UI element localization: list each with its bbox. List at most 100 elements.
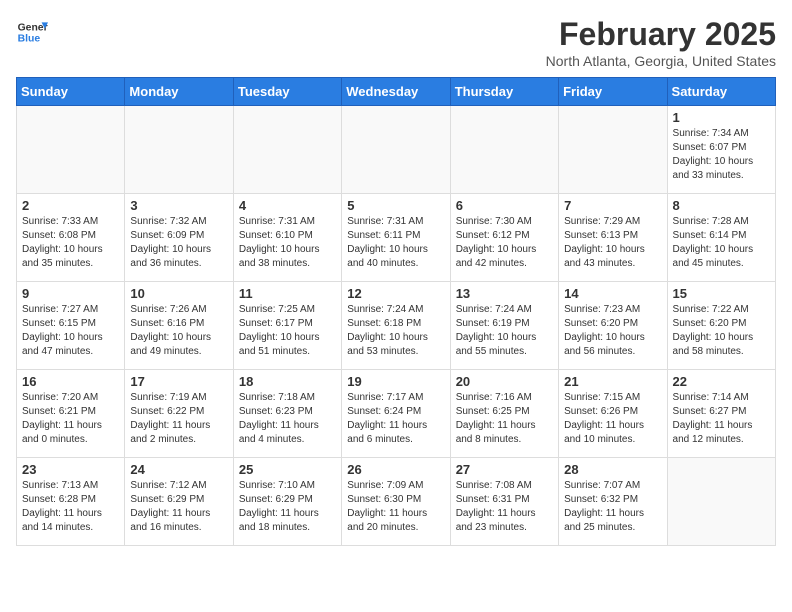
day-number: 3 — [130, 198, 227, 213]
calendar-week-row: 16 Sunrise: 7:20 AM Sunset: 6:21 PM Dayli… — [17, 370, 776, 458]
calendar-cell: 6 Sunrise: 7:30 AM Sunset: 6:12 PM Daylig… — [450, 194, 558, 282]
day-number: 4 — [239, 198, 336, 213]
day-number: 20 — [456, 374, 553, 389]
day-info: Sunrise: 7:07 AM Sunset: 6:32 PM Dayligh… — [564, 479, 661, 535]
calendar-header-row: SundayMondayTuesdayWednesdayThursdayFrid… — [17, 78, 776, 106]
day-number: 27 — [456, 462, 553, 477]
day-info: Sunrise: 7:24 AM Sunset: 6:19 PM Dayligh… — [456, 303, 553, 359]
calendar-cell: 18 Sunrise: 7:18 AM Sunset: 6:23 PM Dayli… — [233, 370, 341, 458]
calendar-cell: 25 Sunrise: 7:10 AM Sunset: 6:29 PM Dayli… — [233, 458, 341, 546]
day-number: 2 — [22, 198, 119, 213]
day-info: Sunrise: 7:09 AM Sunset: 6:30 PM Dayligh… — [347, 479, 444, 535]
svg-text:Blue: Blue — [18, 34, 41, 45]
calendar-cell: 21 Sunrise: 7:15 AM Sunset: 6:26 PM Dayli… — [559, 370, 667, 458]
day-number: 9 — [22, 286, 119, 301]
calendar-cell: 22 Sunrise: 7:14 AM Sunset: 6:27 PM Dayli… — [667, 370, 775, 458]
day-info: Sunrise: 7:12 AM Sunset: 6:29 PM Dayligh… — [130, 479, 227, 535]
day-number: 15 — [673, 286, 770, 301]
day-number: 8 — [673, 198, 770, 213]
calendar-cell — [17, 106, 125, 194]
day-info: Sunrise: 7:32 AM Sunset: 6:09 PM Dayligh… — [130, 215, 227, 271]
logo: General Blue — [16, 16, 48, 48]
day-info: Sunrise: 7:22 AM Sunset: 6:20 PM Dayligh… — [673, 303, 770, 359]
weekday-header-tuesday: Tuesday — [233, 78, 341, 106]
day-number: 24 — [130, 462, 227, 477]
calendar-cell: 24 Sunrise: 7:12 AM Sunset: 6:29 PM Dayli… — [125, 458, 233, 546]
day-number: 11 — [239, 286, 336, 301]
calendar-cell: 16 Sunrise: 7:20 AM Sunset: 6:21 PM Dayli… — [17, 370, 125, 458]
calendar-cell: 4Sunrise: 7:31 AM Sunset: 6:10 PM Daylig… — [233, 194, 341, 282]
day-number: 6 — [456, 198, 553, 213]
day-info: Sunrise: 7:16 AM Sunset: 6:25 PM Dayligh… — [456, 391, 553, 447]
day-info: Sunrise: 7:28 AM Sunset: 6:14 PM Dayligh… — [673, 215, 770, 271]
day-number: 5 — [347, 198, 444, 213]
calendar-cell: 14Sunrise: 7:23 AM Sunset: 6:20 PM Dayli… — [559, 282, 667, 370]
day-number: 22 — [673, 374, 770, 389]
calendar-cell — [342, 106, 450, 194]
day-number: 25 — [239, 462, 336, 477]
calendar-cell: 13 Sunrise: 7:24 AM Sunset: 6:19 PM Dayli… — [450, 282, 558, 370]
day-info: Sunrise: 7:20 AM Sunset: 6:21 PM Dayligh… — [22, 391, 119, 447]
day-info: Sunrise: 7:13 AM Sunset: 6:28 PM Dayligh… — [22, 479, 119, 535]
day-info: Sunrise: 7:08 AM Sunset: 6:31 PM Dayligh… — [456, 479, 553, 535]
calendar-week-row: 2Sunrise: 7:33 AM Sunset: 6:08 PM Daylig… — [17, 194, 776, 282]
day-info: Sunrise: 7:15 AM Sunset: 6:26 PM Dayligh… — [564, 391, 661, 447]
calendar-cell: 11 Sunrise: 7:25 AM Sunset: 6:17 PM Dayli… — [233, 282, 341, 370]
day-info: Sunrise: 7:29 AM Sunset: 6:13 PM Dayligh… — [564, 215, 661, 271]
calendar-cell: 8 Sunrise: 7:28 AM Sunset: 6:14 PM Daylig… — [667, 194, 775, 282]
weekday-header-saturday: Saturday — [667, 78, 775, 106]
calendar-cell — [559, 106, 667, 194]
day-number: 1 — [673, 110, 770, 125]
calendar-cell: 2Sunrise: 7:33 AM Sunset: 6:08 PM Daylig… — [17, 194, 125, 282]
calendar-cell: 20 Sunrise: 7:16 AM Sunset: 6:25 PM Dayli… — [450, 370, 558, 458]
weekday-header-monday: Monday — [125, 78, 233, 106]
day-info: Sunrise: 7:31 AM Sunset: 6:11 PM Dayligh… — [347, 215, 444, 271]
weekday-header-thursday: Thursday — [450, 78, 558, 106]
weekday-header-wednesday: Wednesday — [342, 78, 450, 106]
day-info: Sunrise: 7:19 AM Sunset: 6:22 PM Dayligh… — [130, 391, 227, 447]
day-info: Sunrise: 7:14 AM Sunset: 6:27 PM Dayligh… — [673, 391, 770, 447]
day-info: Sunrise: 7:27 AM Sunset: 6:15 PM Dayligh… — [22, 303, 119, 359]
day-number: 18 — [239, 374, 336, 389]
day-number: 10 — [130, 286, 227, 301]
calendar-cell: 5 Sunrise: 7:31 AM Sunset: 6:11 PM Daylig… — [342, 194, 450, 282]
day-info: Sunrise: 7:26 AM Sunset: 6:16 PM Dayligh… — [130, 303, 227, 359]
location-subtitle: North Atlanta, Georgia, United States — [546, 53, 776, 69]
day-number: 12 — [347, 286, 444, 301]
page-header: General Blue February 2025 North Atlanta… — [16, 16, 776, 69]
calendar-cell: 9 Sunrise: 7:27 AM Sunset: 6:15 PM Daylig… — [17, 282, 125, 370]
day-info: Sunrise: 7:18 AM Sunset: 6:23 PM Dayligh… — [239, 391, 336, 447]
day-info: Sunrise: 7:24 AM Sunset: 6:18 PM Dayligh… — [347, 303, 444, 359]
calendar-cell — [233, 106, 341, 194]
calendar-cell: 26 Sunrise: 7:09 AM Sunset: 6:30 PM Dayli… — [342, 458, 450, 546]
calendar-cell: 17 Sunrise: 7:19 AM Sunset: 6:22 PM Dayli… — [125, 370, 233, 458]
calendar-cell — [450, 106, 558, 194]
day-number: 16 — [22, 374, 119, 389]
day-number: 7 — [564, 198, 661, 213]
calendar-cell — [667, 458, 775, 546]
day-number: 21 — [564, 374, 661, 389]
day-info: Sunrise: 7:34 AM Sunset: 6:07 PM Dayligh… — [673, 127, 770, 183]
day-info: Sunrise: 7:10 AM Sunset: 6:29 PM Dayligh… — [239, 479, 336, 535]
day-number: 26 — [347, 462, 444, 477]
day-info: Sunrise: 7:25 AM Sunset: 6:17 PM Dayligh… — [239, 303, 336, 359]
calendar-week-row: 23 Sunrise: 7:13 AM Sunset: 6:28 PM Dayli… — [17, 458, 776, 546]
logo-icon: General Blue — [16, 16, 48, 48]
day-number: 17 — [130, 374, 227, 389]
calendar-cell: 27 Sunrise: 7:08 AM Sunset: 6:31 PM Dayli… — [450, 458, 558, 546]
calendar-cell: 1 Sunrise: 7:34 AM Sunset: 6:07 PM Daylig… — [667, 106, 775, 194]
day-number: 14 — [564, 286, 661, 301]
calendar-cell: 15 Sunrise: 7:22 AM Sunset: 6:20 PM Dayli… — [667, 282, 775, 370]
calendar-cell: 10 Sunrise: 7:26 AM Sunset: 6:16 PM Dayli… — [125, 282, 233, 370]
day-number: 28 — [564, 462, 661, 477]
calendar-cell: 23 Sunrise: 7:13 AM Sunset: 6:28 PM Dayli… — [17, 458, 125, 546]
calendar-cell — [125, 106, 233, 194]
day-number: 13 — [456, 286, 553, 301]
weekday-header-sunday: Sunday — [17, 78, 125, 106]
day-info: Sunrise: 7:30 AM Sunset: 6:12 PM Dayligh… — [456, 215, 553, 271]
day-number: 23 — [22, 462, 119, 477]
month-year-title: February 2025 — [546, 16, 776, 53]
calendar-cell: 7 Sunrise: 7:29 AM Sunset: 6:13 PM Daylig… — [559, 194, 667, 282]
calendar-table: SundayMondayTuesdayWednesdayThursdayFrid… — [16, 77, 776, 546]
calendar-cell: 28 Sunrise: 7:07 AM Sunset: 6:32 PM Dayli… — [559, 458, 667, 546]
